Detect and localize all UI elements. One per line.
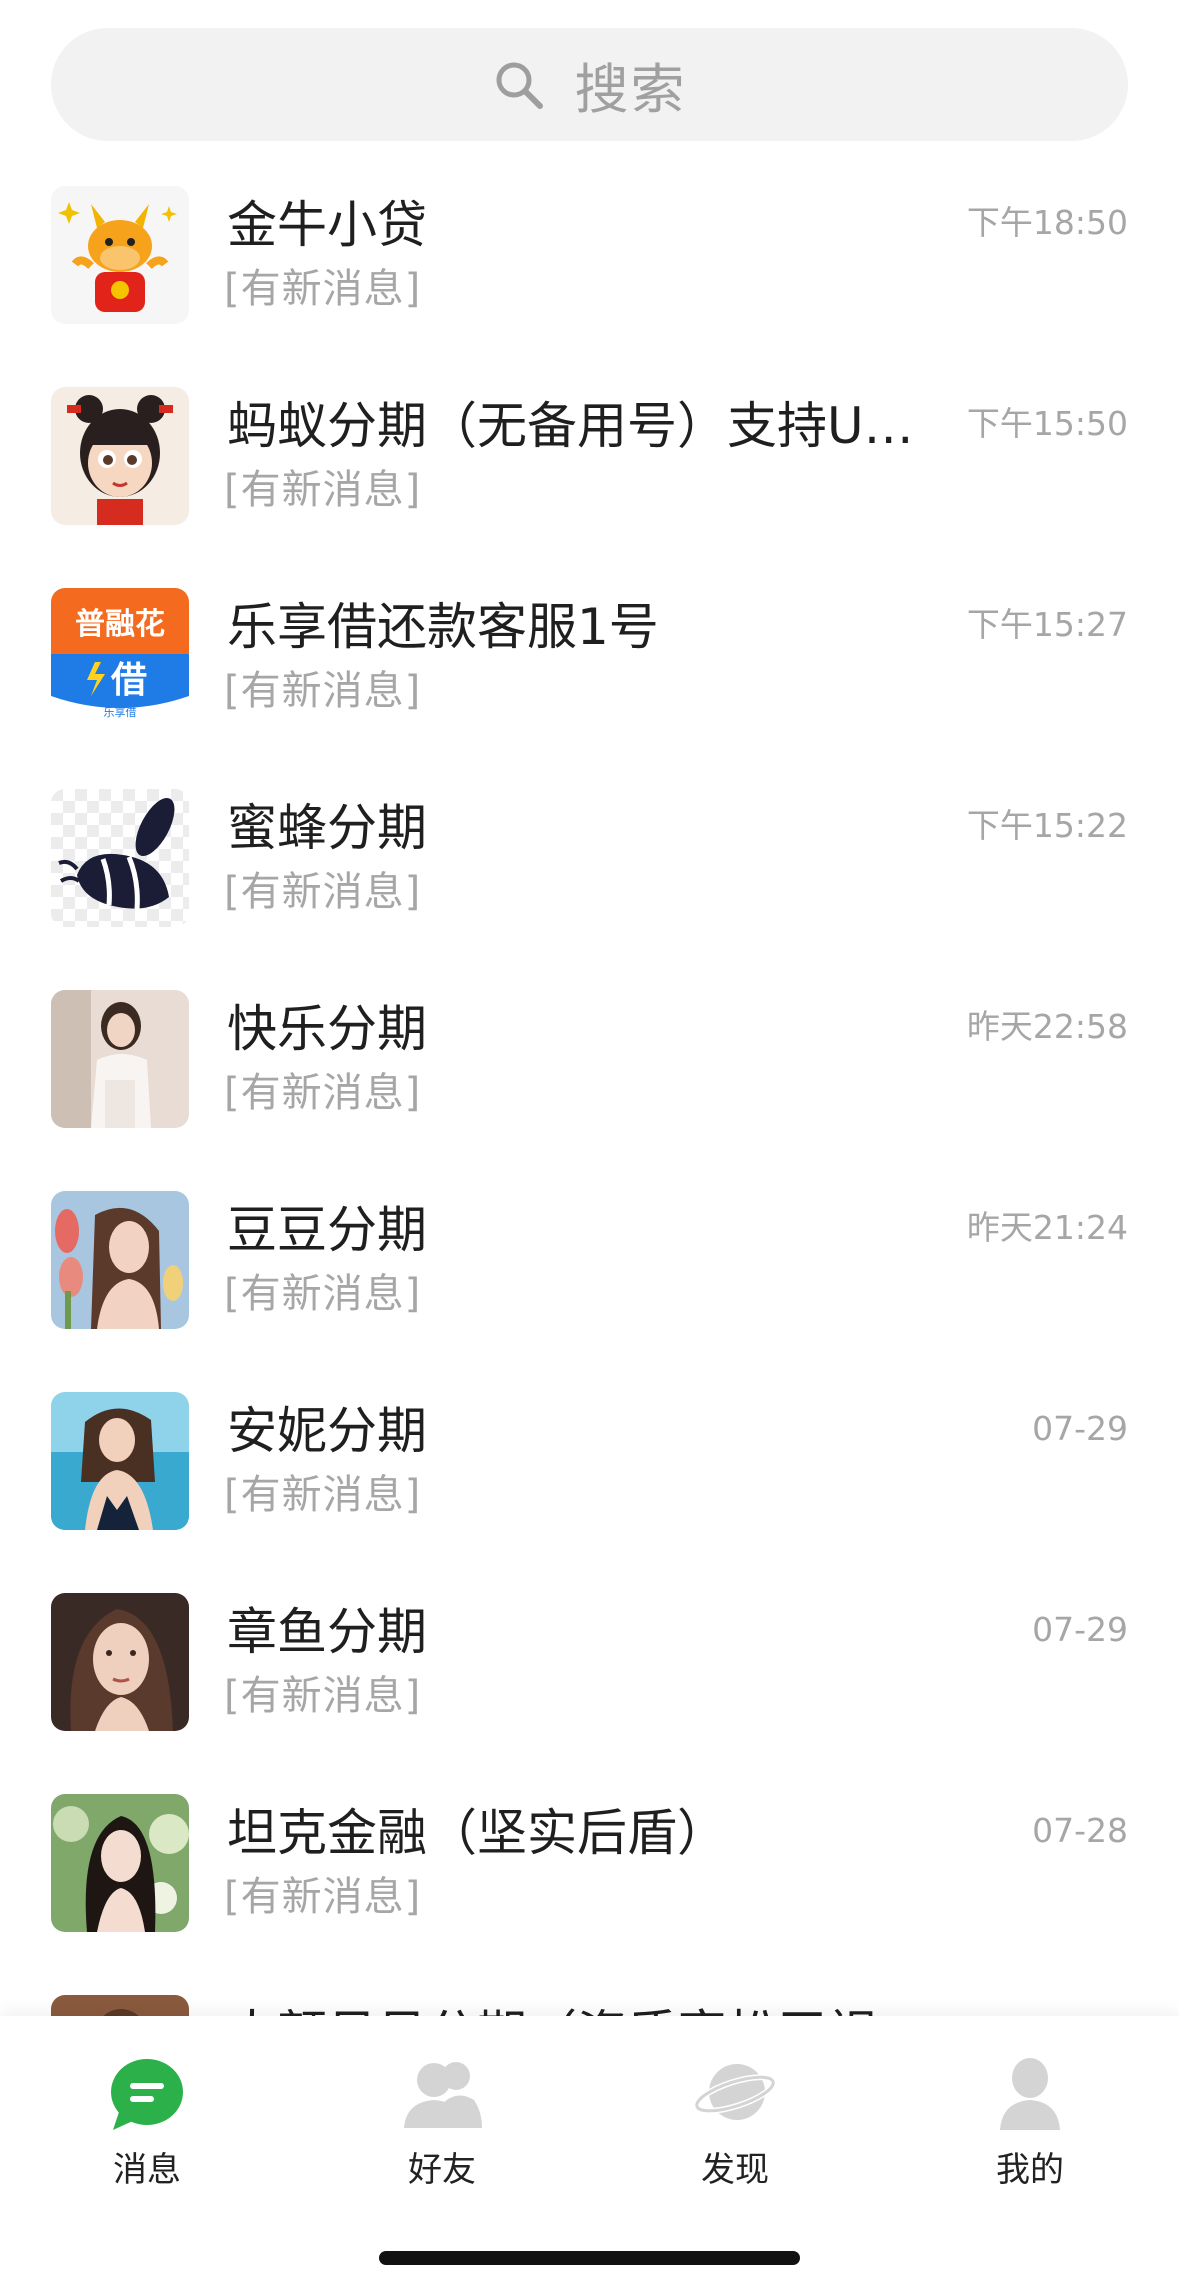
chat-item[interactable]: 豆豆分期 [有新消息] 昨天21:24 <box>0 1186 1179 1387</box>
chat-item[interactable]: 蜜蜂分期 [有新消息] 下午15:22 <box>0 784 1179 985</box>
photo-avatar <box>51 1794 189 1932</box>
chat-bubble-icon <box>111 2059 183 2130</box>
chat-name: 乐享借还款客服1号 <box>227 598 659 656</box>
chat-item[interactable]: 坦克金融（坚实后盾） [有新消息] 07-28 <box>0 1789 1179 1990</box>
photo-avatar <box>51 1191 189 1329</box>
chat-list: 金牛小贷 [有新消息] 下午18:50 蚂蚁分期（无备用号）支持U… [有新消息… <box>0 181 1179 2016</box>
cartoon-ox-avatar <box>51 186 189 324</box>
chat-name: 蜜蜂分期 <box>227 799 427 857</box>
chat-time: 07-29 <box>1032 1610 1128 1649</box>
chat-preview: [有新消息] <box>224 668 422 714</box>
chat-time: 下午18:50 <box>966 203 1128 242</box>
chat-name: 蚂蚁分期（无备用号）支持U… <box>227 397 914 455</box>
chat-name: 豆豆分期 <box>227 1201 427 1259</box>
person-icon <box>1000 2058 1060 2130</box>
chat-time: 07-29 <box>1032 1409 1128 1448</box>
tab-friends[interactable]: 好友 <box>362 2056 522 2196</box>
tab-label: 我的 <box>996 2150 1064 2190</box>
home-indicator[interactable] <box>379 2251 800 2265</box>
chat-item[interactable]: 安妮分期 [有新消息] 07-29 <box>0 1387 1179 1588</box>
chat-time: 07-28 <box>1032 1811 1128 1850</box>
tab-label: 消息 <box>113 2150 181 2190</box>
chat-name: 快乐分期 <box>227 1000 427 1058</box>
search-placeholder: 搜索 <box>574 58 687 121</box>
photo-avatar <box>51 1593 189 1731</box>
chat-name: 章鱼分期 <box>227 1603 427 1661</box>
chat-item[interactable]: 蚂蚁分期（无备用号）支持U… [有新消息] 下午15:50 <box>0 382 1179 583</box>
chat-item[interactable]: 大额贝贝分期（资质宽松无视负债 <box>0 1990 1179 2016</box>
chat-time: 下午15:22 <box>966 806 1128 845</box>
chat-preview: [有新消息] <box>224 1472 422 1518</box>
chat-name: 坦克金融（坚实后盾） <box>227 1804 727 1862</box>
avatar-text-mid: 借 <box>110 660 147 701</box>
tab-discover[interactable]: 发现 <box>655 2056 815 2196</box>
tab-label: 好友 <box>408 2150 476 2190</box>
tab-label: 发现 <box>701 2150 769 2190</box>
chat-preview: [有新消息] <box>224 1874 422 1920</box>
planet-icon <box>693 2064 777 2120</box>
puronghua-logo-avatar: 普融花 借 乐享借 <box>51 588 189 726</box>
search-bar[interactable]: 搜索 <box>51 28 1128 141</box>
avatar-text-bottom: 乐享借 <box>104 705 137 719</box>
chat-time: 昨天21:24 <box>966 1208 1128 1247</box>
chat-item[interactable]: 普融花 借 乐享借 乐享借还款客服1号 [有新消息] 下午15:27 <box>0 583 1179 784</box>
search-icon <box>496 62 543 109</box>
chat-preview: [有新消息] <box>224 266 422 312</box>
chat-name: 安妮分期 <box>227 1402 427 1460</box>
friends-icon <box>404 2062 482 2128</box>
chat-time: 昨天22:58 <box>966 1007 1128 1046</box>
chat-preview: [有新消息] <box>224 1070 422 1116</box>
photo-avatar <box>51 1392 189 1530</box>
tab-me[interactable]: 我的 <box>950 2056 1110 2196</box>
chat-time: 下午15:50 <box>966 404 1128 443</box>
chat-preview: [有新消息] <box>224 1673 422 1719</box>
avatar-text-top: 普融花 <box>75 607 165 642</box>
chat-item[interactable]: 金牛小贷 [有新消息] 下午18:50 <box>0 181 1179 382</box>
chat-preview: [有新消息] <box>224 869 422 915</box>
photo-avatar <box>51 1995 189 2016</box>
tab-messages[interactable]: 消息 <box>67 2056 227 2196</box>
chat-item[interactable]: 快乐分期 [有新消息] 昨天22:58 <box>0 985 1179 1186</box>
chat-preview: [有新消息] <box>224 1271 422 1317</box>
cartoon-girl-avatar <box>51 387 189 525</box>
chat-time: 下午15:27 <box>966 605 1128 644</box>
bee-logo-avatar <box>51 789 189 927</box>
chat-name: 金牛小贷 <box>227 196 427 254</box>
photo-avatar <box>51 990 189 1128</box>
chat-preview: [有新消息] <box>224 467 422 513</box>
chat-name: 大额贝贝分期（资质宽松无视负债 <box>227 2000 927 2016</box>
chat-item[interactable]: 章鱼分期 [有新消息] 07-29 <box>0 1588 1179 1789</box>
